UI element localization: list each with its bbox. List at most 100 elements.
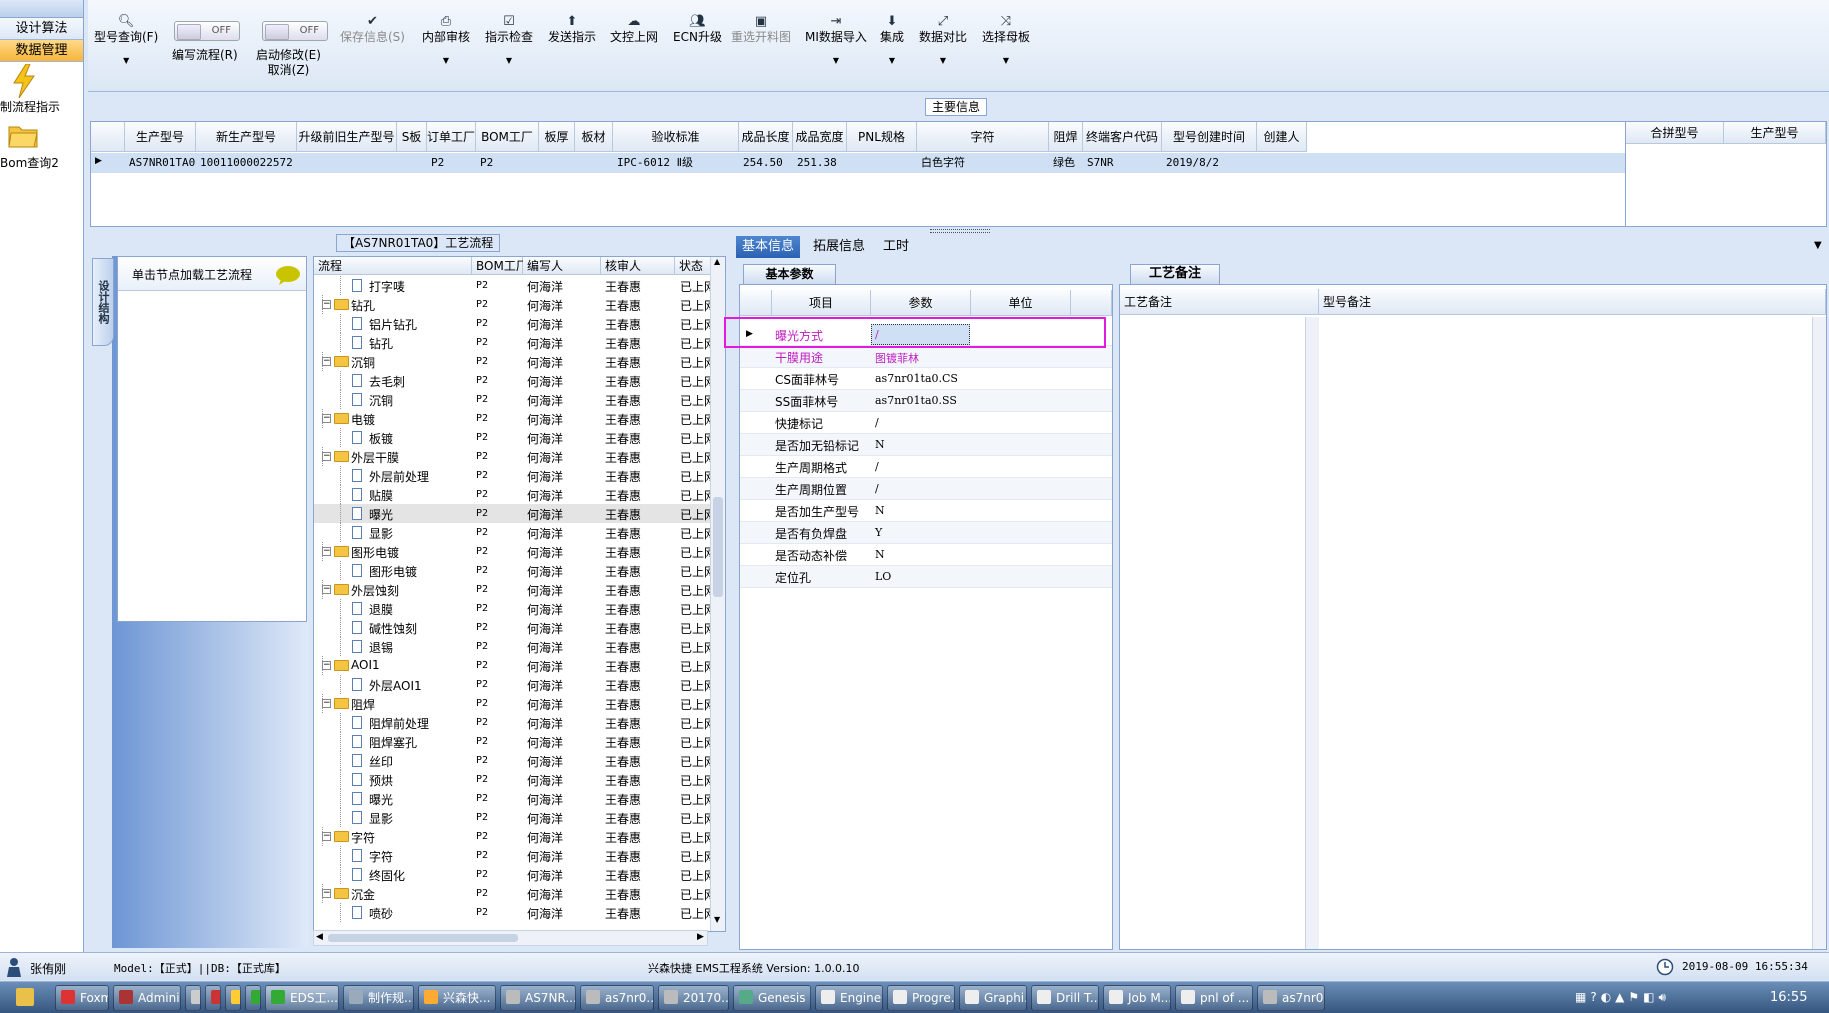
main-col-16[interactable]: 创建人 [1257,122,1307,152]
scroll-left-icon[interactable]: ◀ [316,932,323,942]
tree-row[interactable]: 退膜 P2 何海洋 王春惠 已上网 [314,599,725,618]
tree-row[interactable]: 显影 P2 何海洋 王春惠 已上网 [314,523,725,542]
taskbar-item[interactable] [245,985,261,1011]
taskbar-item[interactable]: EDS工... [265,985,339,1011]
scroll-right-icon[interactable]: ▶ [697,932,704,942]
main-cell-16[interactable] [1257,153,1307,173]
tree-row[interactable]: 外层前处理 P2 何海洋 王春惠 已上网 [314,466,725,485]
tree-row[interactable]: − 沉金 P2 何海洋 王春惠 已上网 [314,884,725,903]
collapse-icon[interactable]: − [322,547,331,556]
remarks-grid[interactable]: 工艺备注 型号备注 [1119,284,1827,950]
taskbar-item[interactable]: Engine... [815,985,883,1011]
tree-row[interactable]: − 钻孔 P2 何海洋 王春惠 已上网 [314,295,725,314]
param-row[interactable]: 是否加生产型号 N [740,500,1112,522]
main-col-14[interactable]: 终端客户代码 [1083,122,1162,152]
mi-data-import-button[interactable]: ⇥ MI数据导入 ▼ [805,14,867,68]
taskbar-item[interactable]: as7nr0... [580,985,654,1011]
tree-row[interactable]: − 外层干膜 P2 何海洋 王春惠 已上网 [314,447,725,466]
param-grid[interactable]: 项目 参数 单位 ▶ 曝光方式 / 干膜用途 图镀菲林 CS面菲林号 as7nr… [739,284,1113,950]
remark-col-model[interactable]: 型号备注 [1319,289,1826,315]
taskbar-item[interactable]: Genesis [733,985,811,1011]
nav-data-management[interactable]: 数据管理 [0,40,83,62]
collapse-icon[interactable]: − [322,414,331,423]
tree-row[interactable]: 喷砂 P2 何海洋 王春惠 已上网 [314,903,725,922]
taskbar-item[interactable]: pnl of ... [1175,985,1253,1011]
param-value[interactable]: 图镀菲林 [875,350,919,366]
tab-extended-info[interactable]: 拓展信息 [807,236,871,258]
tree-horizontal-scrollbar[interactable]: ◀ ▶ [313,930,708,946]
main-col-2[interactable]: 升级前旧生产型号 [297,122,397,152]
subtab-process-remarks[interactable]: 工艺备注 [1130,264,1220,284]
write-flow-toggle[interactable]: OFF [174,21,240,41]
main-cell-2[interactable] [297,153,397,173]
taskbar-item[interactable]: Admini... [113,985,181,1011]
param-value[interactable]: N [875,504,885,517]
taskbar-item[interactable]: Progre... [887,985,955,1011]
main-col-0[interactable]: 生产型号 [125,122,196,152]
tree-row[interactable]: 去毛刺 P2 何海洋 王春惠 已上网 [314,371,725,390]
param-value[interactable]: Y [875,526,882,539]
doc-control-online-button[interactable]: ☁ 文控上网 [610,14,658,45]
param-row[interactable]: SS面菲林号 as7nr01ta0.SS [740,390,1112,412]
taskbar-item[interactable]: 20170... [658,985,729,1011]
taskbar-item[interactable]: 兴森快... [418,985,496,1011]
param-value[interactable]: / [875,482,879,495]
taskbar-item[interactable] [205,985,221,1011]
nav-bom-query[interactable]: Bom查询2 [0,118,84,174]
send-instruction-button[interactable]: ⬆ 发送指示 [548,14,596,45]
param-value[interactable]: / [875,460,879,473]
taskbar-clock[interactable]: 16:55 [1770,990,1807,1005]
nav-design-algorithm[interactable]: 设计算法 [0,18,83,40]
instruction-check-button[interactable]: ☑ 指示检查 ▼ [485,14,533,68]
tree-row[interactable]: 碱性蚀刻 P2 何海洋 王春惠 已上网 [314,618,725,637]
main-cell-9[interactable]: 254.50 [739,153,793,173]
main-col-11[interactable]: PNL规格 [847,122,917,152]
main-info-grid[interactable]: 生产型号 新生产型号 升级前旧生产型号 S板 订单工厂 BOM工厂 板厚 板材 验收标准 成品长度… [90,121,1626,227]
tree-row[interactable]: 终固化 P2 何海洋 王春惠 已上网 [314,865,725,884]
col-flow[interactable]: 流程 [314,257,472,275]
subtab-basic-params[interactable]: 基本参数 [743,264,836,284]
tree-row[interactable]: 阻焊前处理 P2 何海洋 王春惠 已上网 [314,713,725,732]
main-cell-0[interactable]: AS7NR01TA0 [125,153,196,173]
main-cell-10[interactable]: 251.38 [793,153,847,173]
remark-scrollbar-1[interactable] [1305,317,1319,949]
param-value[interactable]: / [875,416,879,429]
tree-row[interactable]: 预烘 P2 何海洋 王春惠 已上网 [314,770,725,789]
tabs-menu-arrow-icon[interactable]: ▼ [1814,240,1822,251]
col-bom-factory[interactable]: BOM工厂 [472,257,528,275]
tree-row[interactable]: − 图形电镀 P2 何海洋 王春惠 已上网 [314,542,725,561]
main-cell-4[interactable]: P2 [427,153,476,173]
main-cell-12[interactable]: 白色字符 [917,153,1049,173]
tree-row[interactable]: − 阻焊 P2 何海洋 王春惠 已上网 [314,694,725,713]
tree-row[interactable]: − 字符 P2 何海洋 王春惠 已上网 [314,827,725,846]
ecn-upgrade-button[interactable]: 👥︎ ECN升级 [673,14,722,45]
main-cell-7[interactable] [575,153,613,173]
taskbar-item[interactable]: AS7NR... [500,985,576,1011]
tree-row[interactable]: 钻孔 P2 何海洋 王春惠 已上网 [314,333,725,352]
save-info-button[interactable]: ✔ 保存信息(S) [340,14,405,45]
taskbar-item[interactable]: Drill T... [1031,985,1099,1011]
tab-basic-info[interactable]: 基本信息 [736,236,801,258]
tree-row[interactable]: − AOI1 P2 何海洋 王春惠 已上网 [314,656,725,675]
data-compare-button[interactable]: ⤢ 数据对比 ▼ [919,14,967,68]
reselect-cut-drawing-button[interactable]: ▣ 重选开料图 [731,14,791,45]
main-cell-3[interactable] [397,153,427,173]
param-row[interactable]: 定位孔 LO [740,566,1112,588]
tree-row[interactable]: 图形电镀 P2 何海洋 王春惠 已上网 [314,561,725,580]
param-row[interactable]: 干膜用途 图镀菲林 [740,346,1112,368]
taskbar-item[interactable]: Job M... [1103,985,1171,1011]
collapse-icon[interactable]: − [322,832,331,841]
param-row[interactable]: 生产周期格式 / [740,456,1112,478]
dropdown-arrow-icon[interactable]: ▼ [94,53,158,68]
param-value[interactable]: N [875,438,885,451]
param-value[interactable]: as7nr01ta0.CS [875,372,958,385]
collapse-icon[interactable]: − [322,300,331,309]
nav-flow-instruction[interactable]: 制流程指示 [0,62,84,118]
splitter-grip[interactable] [930,229,990,233]
integrate-button[interactable]: ⬇ 集成 ▼ [880,14,904,68]
merge-grid[interactable]: 合拼型号 生产型号 [1625,121,1827,227]
tree-row[interactable]: 字符 P2 何海洋 王春惠 已上网 [314,846,725,865]
taskbar-item[interactable] [225,985,241,1011]
main-col-12[interactable]: 字符 [917,122,1049,152]
dropdown-arrow-icon[interactable]: ▼ [880,53,904,68]
